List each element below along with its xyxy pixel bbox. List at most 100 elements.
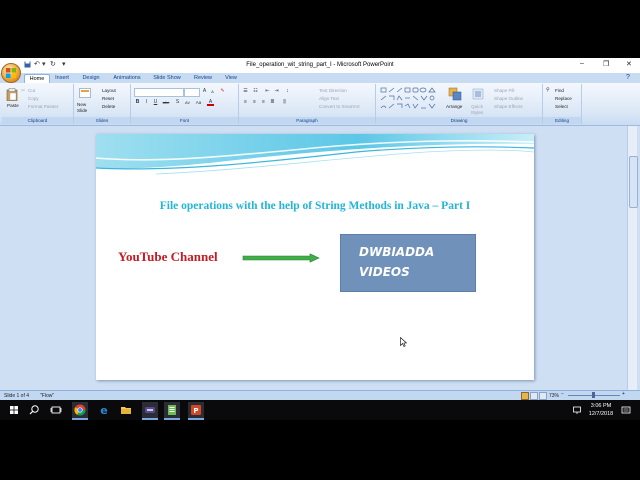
search-icon[interactable] [26, 402, 42, 418]
clipboard-group: Paste Cut Copy Format Painter ✂ Clipboar… [2, 84, 74, 124]
grow-font-button[interactable]: A [201, 88, 208, 95]
tab-design[interactable]: Design [79, 74, 103, 83]
arrange-icon[interactable] [448, 87, 462, 101]
tab-animations[interactable]: Animations [109, 74, 145, 83]
columns-icon[interactable]: ⫼ [281, 99, 288, 106]
slide-show-view-icon[interactable] [539, 392, 547, 400]
notepad-icon[interactable] [164, 402, 180, 420]
edge-icon[interactable]: e [96, 402, 112, 418]
cut-button[interactable]: Cut [28, 88, 35, 93]
shrink-font-button[interactable]: A [209, 88, 216, 95]
theme-name: "Flow" [40, 393, 55, 399]
notifications-icon[interactable] [620, 402, 632, 418]
reset-button[interactable]: Reset [102, 96, 114, 101]
format-painter-button[interactable]: Format Painter [28, 104, 58, 109]
text-shadow-button[interactable]: S [174, 99, 181, 106]
status-bar: Slide 1 of 4 "Flow" 73% − + [0, 390, 640, 400]
increase-indent-icon[interactable]: ⇥ [273, 88, 280, 95]
paste-button[interactable]: Paste [7, 103, 19, 108]
scrollbar-thumb[interactable] [629, 156, 638, 208]
quick-styles-icon[interactable] [472, 87, 484, 101]
font-size-input[interactable] [184, 88, 200, 97]
zoom-slider-thumb[interactable] [592, 392, 595, 398]
align-text-button[interactable]: Align Text [319, 96, 339, 101]
customize-toolbar-icon[interactable]: ▾ [62, 61, 66, 69]
layout-button[interactable]: Layout [102, 88, 116, 93]
align-right-icon[interactable]: ≡ [260, 99, 267, 106]
font-group: A A ✎ B I U abe S AV Aa A Font [131, 84, 239, 124]
delete-button[interactable]: Delete [102, 104, 115, 109]
right-arrow-icon[interactable] [242, 253, 320, 263]
line-spacing-icon[interactable]: ↕ [284, 88, 291, 95]
paste-icon[interactable] [6, 88, 18, 101]
help-icon[interactable]: ? [626, 74, 630, 81]
tab-insert[interactable]: Insert [51, 74, 73, 83]
channel-name-line1: DWBIADDA [359, 245, 435, 259]
system-clock[interactable]: 3:06 PM 12/7/2018 [584, 402, 618, 418]
tab-review[interactable]: Review [190, 74, 216, 83]
shape-outline-button[interactable]: Shape Outline [494, 96, 523, 101]
office-button[interactable] [1, 63, 21, 83]
bullets-icon[interactable]: ☰ [242, 88, 249, 95]
align-left-icon[interactable]: ≡ [242, 99, 249, 106]
maximize-button[interactable]: ❐ [603, 60, 609, 68]
tab-slide-show[interactable]: Slide Show [150, 74, 184, 83]
powerpoint-taskbar-icon[interactable]: P [188, 402, 204, 420]
underline-button[interactable]: U [152, 99, 159, 106]
align-center-icon[interactable]: ≡ [251, 99, 258, 106]
task-view-icon[interactable] [48, 402, 64, 418]
desktop: File_operation_wit_string_part_I - Micro… [0, 0, 640, 480]
undo-icon[interactable]: ↶ [34, 61, 40, 69]
font-color-button[interactable]: A [207, 99, 214, 106]
new-slide-icon[interactable] [79, 88, 91, 99]
strikethrough-button[interactable]: abe [161, 99, 171, 106]
shape-effects-button[interactable]: Shape Effects [494, 104, 523, 109]
convert-to-smartart-button[interactable]: Convert to SmartArt [319, 104, 360, 109]
normal-view-icon[interactable] [521, 392, 529, 400]
arrange-button[interactable]: Arrange [446, 104, 462, 109]
bold-button[interactable]: B [134, 99, 141, 106]
editing-group: ⚲ Find Replace Select Editing [543, 84, 582, 124]
replace-button[interactable]: Replace [555, 96, 572, 101]
channel-name-box[interactable]: DWBIADDA VIDEOS [340, 234, 476, 292]
decrease-indent-icon[interactable]: ⇤ [264, 88, 271, 95]
slide-title[interactable]: File operations with the help of String … [96, 200, 534, 212]
shapes-gallery[interactable] [380, 87, 442, 113]
mouse-pointer-icon [400, 337, 407, 347]
zoom-level[interactable]: 73% [549, 393, 559, 399]
character-spacing-button[interactable]: AV [183, 99, 192, 106]
new-slide-button[interactable]: New Slide [77, 102, 95, 114]
select-button[interactable]: Select [555, 104, 568, 109]
italic-button[interactable]: I [143, 99, 150, 106]
network-icon[interactable] [572, 402, 582, 418]
justify-icon[interactable]: ≣ [269, 99, 276, 106]
zoom-out-icon[interactable]: − [561, 391, 564, 397]
minimize-button[interactable]: – [580, 60, 584, 67]
tab-view[interactable]: View [220, 74, 242, 83]
chrome-icon[interactable] [72, 402, 88, 420]
text-direction-button[interactable]: Text Direction [319, 88, 347, 93]
change-case-button[interactable]: Aa [194, 99, 203, 106]
window-title: File_operation_wit_string_part_I - Micro… [246, 62, 394, 68]
shape-fill-button[interactable]: Shape Fill [494, 88, 514, 93]
office-logo-icon [6, 68, 16, 78]
quick-styles-button[interactable]: Quick Styles [468, 104, 486, 116]
media-app-icon[interactable] [142, 402, 158, 420]
svg-text:e: e [100, 404, 107, 417]
numbering-icon[interactable]: ☷ [252, 88, 259, 95]
slide-sorter-icon[interactable] [530, 392, 538, 400]
youtube-channel-label[interactable]: YouTube Channel [118, 249, 218, 265]
save-icon[interactable] [24, 61, 31, 69]
find-button[interactable]: Find [555, 88, 564, 93]
zoom-in-icon[interactable]: + [622, 391, 625, 397]
vertical-scrollbar[interactable] [627, 126, 638, 390]
close-button[interactable]: ✕ [626, 60, 632, 68]
file-explorer-icon[interactable] [118, 402, 134, 418]
slide[interactable]: File operations with the help of String … [96, 134, 534, 380]
copy-button[interactable]: Copy [28, 96, 39, 101]
redo-icon[interactable]: ↻ [50, 61, 56, 69]
font-name-input[interactable] [134, 88, 184, 97]
clear-formatting-icon[interactable]: ✎ [219, 88, 226, 95]
undo-dropdown-icon[interactable]: ▾ [42, 61, 46, 69]
windows-start-icon[interactable] [6, 402, 22, 418]
